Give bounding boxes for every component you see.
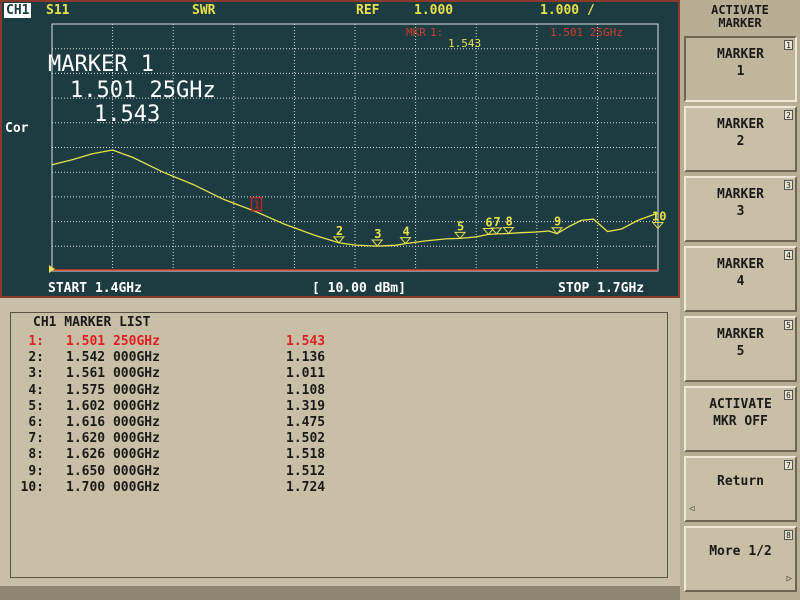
softkey-number-badge: 5 — [784, 320, 793, 330]
format-label: SWR — [192, 3, 216, 18]
marker-list-idx: 7: — [28, 431, 44, 447]
softkey-label: More 1/2 — [709, 544, 772, 559]
softkey-5[interactable]: MARKER 5 5 — [684, 316, 797, 382]
trace-plot: 1 2 3 4 5 6 7 8 9 10 MARKER 1 1.501 25GHz 1.543 M… — [48, 23, 666, 273]
header-bar: CH1 S11 SWR REF 1.000 1.000 / — [2, 2, 678, 20]
parameter-label: S11 — [46, 3, 70, 18]
marker-list-idx: 2: — [28, 350, 44, 366]
correction-indicator: Cor — [5, 121, 29, 136]
marker-list-freq: 1.561 000GHz — [66, 366, 160, 382]
marker-list-val: 1.512 — [286, 463, 326, 479]
softkey-panel: ACTIVATE MARKER MARKER 1 1 MARKER 2 2 MARKER … — [680, 0, 800, 600]
softkey-number-badge: 6 — [784, 390, 793, 400]
marker-list-freq: 1.626 000GHz — [66, 447, 160, 463]
marker-label: 7 — [493, 215, 500, 229]
marker-list-idx: 8: — [28, 447, 44, 463]
marker-label: 9 — [554, 215, 561, 229]
active-marker-label: 1 — [254, 199, 261, 212]
marker-label: 4 — [403, 225, 410, 239]
status-strip — [0, 586, 680, 600]
softkey-label: MARKER 2 — [717, 117, 764, 149]
softkey-number-badge: 1 — [784, 40, 793, 50]
softkey-label: ACTIVATE MKR OFF — [709, 397, 772, 429]
marker-list-idx: 4: — [28, 382, 44, 398]
softkey-number-badge: 3 — [784, 180, 793, 190]
marker-label: 8 — [506, 214, 513, 228]
header-mkr-value: 1.543 — [448, 37, 481, 50]
next-arrow-icon: ▷ — [786, 574, 792, 584]
softkey-4[interactable]: MARKER 4 4 — [684, 246, 797, 312]
marker-list-val: 1.724 — [286, 479, 326, 495]
marker-readout-freq: 1.501 25GHz — [70, 78, 216, 103]
scale-value: 1.000 / — [540, 3, 595, 18]
marker-list-freq: 1.542 000GHz — [66, 350, 160, 366]
softkey-3[interactable]: MARKER 3 3 — [684, 176, 797, 242]
marker-list-val: 1.502 — [286, 431, 326, 447]
softkey-label: MARKER 3 — [717, 187, 764, 219]
marker-list-val: 1.011 — [286, 366, 326, 382]
marker-list-val: 1.518 — [286, 447, 326, 463]
softkey-label: MARKER 4 — [717, 257, 764, 289]
channel-badge[interactable]: CH1 — [4, 3, 32, 18]
source-power: [ 10.00 dBm] — [312, 281, 406, 296]
softkey-number-badge: 7 — [784, 460, 793, 470]
graph-panel: 1 2 3 4 5 6 7 8 9 10 MARKER 1 1.501 25GHz 1.543 M… — [0, 0, 680, 298]
marker-list-freq: 1.620 000GHz — [66, 431, 160, 447]
softkey-label: MARKER 1 — [717, 47, 764, 79]
marker-list-freq: 1.616 000GHz — [66, 415, 160, 430]
marker-list-freq: 1.602 000GHz — [66, 398, 160, 414]
marker-readout-title: MARKER 1 — [48, 52, 154, 77]
marker-list-idx: 6: — [28, 415, 44, 430]
marker-list-idx: 1: — [28, 334, 44, 349]
softkey-number-badge: 2 — [784, 110, 793, 120]
marker-list-val: 1.543 — [286, 334, 326, 349]
marker-list-freq: 1.575 000GHz — [66, 382, 160, 398]
marker-list-val: 1.319 — [286, 398, 326, 414]
marker-readout-value: 1.543 — [94, 102, 160, 127]
ref-label: REF — [356, 3, 380, 18]
softkey-1[interactable]: MARKER 1 1 — [684, 36, 797, 102]
header-mkr-num: 1: — [430, 26, 443, 39]
marker-list-freq: 1.650 000GHz — [66, 463, 160, 479]
marker-list-idx: 5: — [28, 398, 44, 414]
marker-list-idx: 9: — [28, 463, 44, 479]
footer-bar: START 1.4GHz [ 10.00 dBm] STOP 1.7GHz — [2, 279, 678, 297]
marker-label: 3 — [374, 227, 381, 241]
header-mkr-freq: 1.501 25GHz — [550, 26, 623, 39]
softkey-label: Return — [717, 474, 764, 489]
marker-label: 10 — [652, 210, 666, 224]
marker-list-idx: 10: — [20, 479, 44, 495]
softkey-8[interactable]: More 1/2 8 ▷ — [684, 526, 797, 592]
marker-list-idx: 3: — [28, 366, 44, 382]
marker-list-val: 1.136 — [286, 350, 326, 366]
softkey-2[interactable]: MARKER 2 2 — [684, 106, 797, 172]
marker-list-freq: 1.700 000GHz — [66, 479, 160, 495]
stop-frequency: STOP 1.7GHz — [558, 281, 645, 296]
ref-value: 1.000 — [414, 3, 454, 18]
marker-label: 6 — [485, 215, 492, 229]
marker-label: 5 — [457, 219, 464, 233]
marker-list-val: 1.108 — [286, 382, 326, 398]
header-mkr-label: MKR — [406, 26, 426, 39]
back-arrow-icon: ◁ — [689, 504, 695, 514]
marker-list-panel: CH1 MARKER LIST 1: 1.501 250GHz 1.543 2: 1.5… — [0, 298, 680, 600]
marker-list-title: CH1 MARKER LIST — [30, 315, 154, 330]
softkey-number-badge: 4 — [784, 250, 793, 260]
marker-list-val: 1.475 — [286, 415, 326, 430]
start-frequency: START 1.4GHz — [48, 281, 142, 296]
softkey-label: MARKER 5 — [717, 327, 764, 359]
softkey-7[interactable]: Return 7 ◁ — [684, 456, 797, 522]
softkey-menu-title: ACTIVATE MARKER — [711, 3, 769, 30]
marker-list-freq: 1.501 250GHz — [66, 334, 160, 349]
softkey-number-badge: 8 — [784, 530, 793, 540]
softkey-6[interactable]: ACTIVATE MKR OFF 6 — [684, 386, 797, 452]
marker-label: 2 — [336, 224, 343, 238]
